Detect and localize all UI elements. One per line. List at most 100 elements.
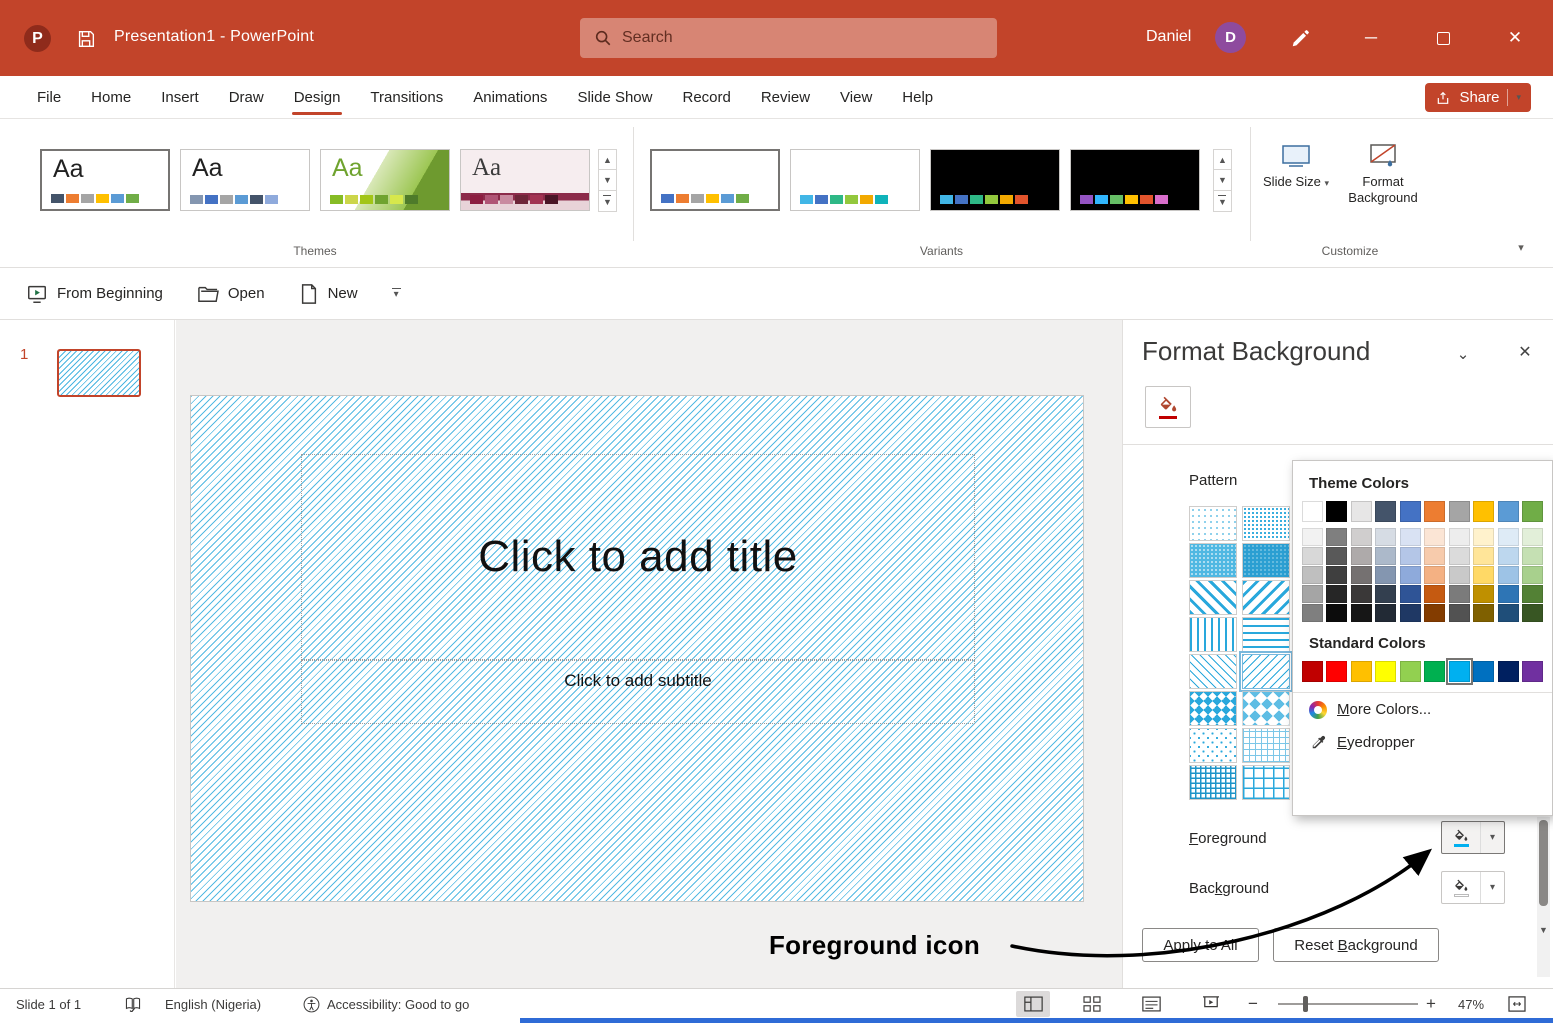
color-swatch[interactable]	[1351, 661, 1372, 682]
pen-icon[interactable]	[1286, 24, 1316, 52]
pattern-swatch-dashgrid[interactable]	[1242, 728, 1290, 763]
foreground-color-button[interactable]: ▾	[1441, 821, 1505, 854]
color-swatch[interactable]	[1424, 501, 1445, 522]
color-swatch[interactable]	[1351, 585, 1372, 603]
pattern-swatch-diagupwide[interactable]	[1242, 580, 1290, 615]
color-swatch[interactable]	[1522, 547, 1543, 565]
scroll-up-icon[interactable]: ▲	[1213, 149, 1232, 170]
color-swatch[interactable]	[1326, 585, 1347, 603]
color-swatch[interactable]	[1351, 604, 1372, 622]
color-swatch[interactable]	[1473, 528, 1494, 546]
color-swatch[interactable]	[1498, 661, 1519, 682]
color-swatch[interactable]	[1473, 661, 1494, 682]
menu-item-insert[interactable]: Insert	[146, 76, 214, 118]
format-background-button[interactable]: Format Background	[1340, 143, 1426, 207]
pattern-swatch-zigzag[interactable]	[1189, 691, 1237, 726]
color-swatch[interactable]	[1375, 501, 1396, 522]
from-beginning-button[interactable]: From Beginning	[26, 283, 163, 305]
chevron-down-icon[interactable]: ▾	[1516, 92, 1521, 103]
color-swatch[interactable]	[1326, 604, 1347, 622]
pattern-swatch-vert[interactable]	[1189, 617, 1237, 652]
fill-options-button[interactable]	[1145, 386, 1191, 428]
color-swatch[interactable]	[1449, 604, 1470, 622]
pattern-swatch-diagdownwide[interactable]	[1189, 580, 1237, 615]
color-swatch[interactable]	[1449, 528, 1470, 546]
color-swatch[interactable]	[1498, 501, 1519, 522]
user-name[interactable]: Daniel	[1146, 28, 1191, 46]
pattern-swatch-diagdownlight[interactable]	[1189, 654, 1237, 689]
color-swatch[interactable]	[1351, 547, 1372, 565]
color-swatch[interactable]	[1522, 661, 1543, 682]
color-swatch[interactable]	[1449, 501, 1470, 522]
normal-view-icon[interactable]	[1016, 991, 1050, 1017]
color-swatch[interactable]	[1424, 566, 1445, 584]
color-swatch[interactable]	[1326, 501, 1347, 522]
pattern-swatch-dots5[interactable]	[1189, 506, 1237, 541]
collapse-ribbon-icon[interactable]: ▾	[1508, 237, 1534, 257]
variant-thumbnail[interactable]	[790, 149, 920, 211]
pane-chevron-down-icon[interactable]: ⌄	[1449, 342, 1477, 366]
new-button[interactable]: New	[299, 283, 358, 305]
menu-item-view[interactable]: View	[825, 76, 887, 118]
menu-item-draw[interactable]: Draw	[214, 76, 279, 118]
color-swatch[interactable]	[1522, 501, 1543, 522]
color-swatch[interactable]	[1449, 661, 1470, 682]
color-swatch[interactable]	[1326, 547, 1347, 565]
color-swatch[interactable]	[1498, 604, 1519, 622]
more-themes-icon[interactable]: ▼	[598, 191, 617, 212]
spellcheck-icon[interactable]	[124, 989, 142, 1019]
theme-thumbnail[interactable]: Aa	[180, 149, 310, 211]
avatar[interactable]: D	[1215, 22, 1246, 53]
pattern-swatch-dots70[interactable]	[1189, 543, 1237, 578]
slide-canvas[interactable]: Click to add title Click to add subtitle	[190, 395, 1084, 902]
pattern-swatch-wave[interactable]	[1242, 691, 1290, 726]
slide-counter[interactable]: Slide 1 of 1	[16, 989, 81, 1019]
slide-thumbnail[interactable]	[57, 349, 141, 397]
color-swatch[interactable]	[1326, 528, 1347, 546]
zoom-percent[interactable]: 47%	[1458, 989, 1484, 1019]
variant-thumbnail[interactable]	[1070, 149, 1200, 211]
color-swatch[interactable]	[1449, 547, 1470, 565]
color-swatch[interactable]	[1424, 661, 1445, 682]
menu-item-file[interactable]: File	[22, 76, 76, 118]
color-swatch[interactable]	[1375, 566, 1396, 584]
scroll-down-icon[interactable]: ▼	[598, 170, 617, 191]
color-swatch[interactable]	[1473, 566, 1494, 584]
chevron-down-icon[interactable]: ▾	[1480, 872, 1504, 903]
maximize-button[interactable]	[1420, 0, 1466, 76]
reset-background-button[interactable]: Reset Background	[1273, 928, 1439, 962]
theme-thumbnail[interactable]: Aa	[40, 149, 170, 211]
color-swatch[interactable]	[1424, 528, 1445, 546]
color-swatch[interactable]	[1522, 566, 1543, 584]
color-swatch[interactable]	[1400, 501, 1421, 522]
color-swatch[interactable]	[1400, 661, 1421, 682]
share-button[interactable]: Share ▾	[1425, 83, 1531, 112]
menu-item-animations[interactable]: Animations	[458, 76, 562, 118]
color-swatch[interactable]	[1400, 585, 1421, 603]
color-swatch[interactable]	[1302, 566, 1323, 584]
color-swatch[interactable]	[1375, 604, 1396, 622]
powerpoint-logo-icon[interactable]: P	[24, 25, 51, 52]
color-swatch[interactable]	[1375, 528, 1396, 546]
color-swatch[interactable]	[1424, 604, 1445, 622]
scroll-down-icon[interactable]: ▼	[1213, 170, 1232, 191]
zoom-out-button[interactable]: −	[1248, 989, 1258, 1019]
color-swatch[interactable]	[1351, 566, 1372, 584]
color-swatch[interactable]	[1351, 528, 1372, 546]
color-swatch[interactable]	[1326, 566, 1347, 584]
variant-thumbnail[interactable]	[930, 149, 1060, 211]
zoom-in-button[interactable]: +	[1426, 989, 1436, 1019]
pattern-swatch-gridlarge[interactable]	[1242, 765, 1290, 800]
accessibility-status[interactable]: Accessibility: Good to go	[303, 989, 469, 1019]
menu-item-home[interactable]: Home	[76, 76, 146, 118]
color-swatch[interactable]	[1375, 661, 1396, 682]
scroll-down-icon[interactable]: ▼	[1537, 925, 1550, 935]
reading-view-icon[interactable]	[1134, 991, 1168, 1017]
toolbar-overflow-icon[interactable]: ▾	[392, 288, 401, 299]
menu-item-help[interactable]: Help	[887, 76, 948, 118]
color-swatch[interactable]	[1498, 566, 1519, 584]
color-swatch[interactable]	[1302, 528, 1323, 546]
color-swatch[interactable]	[1522, 528, 1543, 546]
search-bar[interactable]	[580, 18, 997, 58]
menu-item-review[interactable]: Review	[746, 76, 825, 118]
